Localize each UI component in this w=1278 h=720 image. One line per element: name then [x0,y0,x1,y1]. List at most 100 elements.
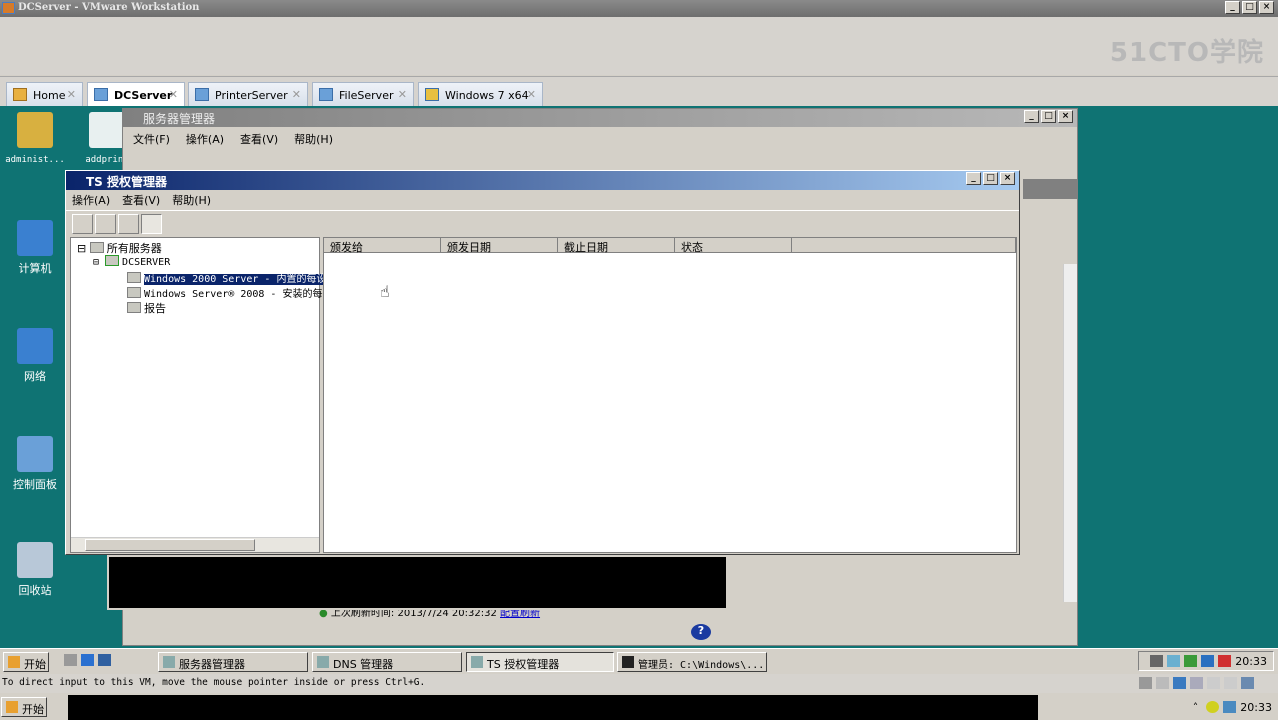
security-icon[interactable] [1184,655,1198,667]
host-system-tray: ˄ 20:33 [1155,698,1278,718]
close-tab-icon[interactable]: ✕ [67,88,76,101]
hdd-icon[interactable] [1139,677,1152,689]
mail-icon[interactable] [1223,701,1237,713]
windows-logo-icon [8,656,20,668]
scrollbar-thumb[interactable] [85,539,255,551]
console-window[interactable] [107,555,728,610]
task-label: TS 授权管理器 [487,658,560,671]
host-clock: 20:33 [1240,701,1272,714]
maximize-button[interactable]: □ [983,172,998,185]
menu-action[interactable]: 操作(A) [72,192,110,208]
vertical-scrollbar[interactable] [1063,264,1077,602]
column-issued-to[interactable]: 颁发给 [324,238,441,254]
tray-icon[interactable] [1167,655,1181,667]
horizontal-scrollbar[interactable] [71,537,319,552]
tab-home[interactable]: Home ✕ [6,82,83,107]
usb-icon[interactable] [1207,677,1220,689]
tab-label: Windows 7 x64 [445,89,529,102]
bluetooth-icon[interactable] [1190,677,1203,689]
server-manager-quick-icon[interactable] [64,654,77,666]
menu-help[interactable]: 帮助(H) [294,131,333,147]
node-label: DCSERVER [122,257,171,268]
watermark-logo: 51CTO学院 [1109,38,1264,68]
minimize-button[interactable]: _ [1024,110,1039,123]
node-label: Windows 2000 Server - 内置的每设 [144,274,327,285]
license-list: 颁发给 颁发日期 截止日期 状态 ☝ [323,237,1017,553]
close-button[interactable]: × [1259,1,1274,14]
tab-printerserver[interactable]: PrinterServer ✕ [188,82,308,107]
desktop-icon-control-panel[interactable]: 控制面板 [0,436,70,492]
report-icon [127,302,141,313]
taskbar-cmd[interactable]: 管理员: C:\Windows\... [617,652,767,672]
home-icon [13,88,27,101]
network-tray-icon[interactable] [1201,655,1215,667]
volume-muted-icon[interactable] [1218,655,1232,667]
taskbar-server-manager[interactable]: 服务器管理器 [158,652,308,672]
message-icon[interactable] [1241,677,1254,689]
tray-app-icon[interactable] [1206,701,1220,713]
large-icons-button[interactable] [72,214,93,234]
list-view-button[interactable] [118,214,139,234]
small-icons-button[interactable] [95,214,116,234]
host-taskbar-region [68,695,1038,720]
column-issue-date[interactable]: 颁发日期 [441,238,558,254]
tree-node-reports[interactable]: 报告 [127,300,166,316]
tab-fileserver[interactable]: FileServer ✕ [312,82,414,107]
task-label: DNS 管理器 [333,658,394,671]
close-tab-icon[interactable]: ✕ [169,88,178,101]
close-tab-icon[interactable]: ✕ [527,88,536,101]
license-icon [127,272,141,283]
tab-dcserver[interactable]: DCServer ✕ [87,82,185,107]
menu-help[interactable]: 帮助(H) [172,192,211,208]
tree-node-dcserver[interactable]: ⊟ DCSERVER [93,255,170,268]
desktop-icon-computer[interactable]: 计算机 [0,220,70,276]
desktop-icon-network[interactable]: 网络 [0,328,70,384]
details-view-button[interactable] [141,214,162,234]
vm-start-button[interactable]: 开始 [3,652,49,672]
help-icon[interactable]: ? [691,624,711,640]
printer-icon[interactable] [1224,677,1237,689]
icon-label: 控制面板 [13,478,57,491]
vmware-tools-icon[interactable] [1150,655,1164,667]
desktop-icon-administrator[interactable]: administ... [0,112,70,165]
close-button[interactable]: × [1000,172,1015,185]
tree-node-win2000[interactable]: Windows 2000 Server - 内置的每设 [127,270,327,285]
close-tab-icon[interactable]: ✕ [398,88,407,101]
minimize-button[interactable]: _ [966,172,981,185]
server-ok-icon [105,255,120,266]
menu-view[interactable]: 查看(V) [240,131,278,147]
menu-view[interactable]: 查看(V) [122,192,160,208]
tree-node-all-servers[interactable]: ⊟ 所有服务器 [77,240,162,256]
taskbar-ts-licensing[interactable]: TS 授权管理器 [466,652,614,672]
node-label: 所有服务器 [106,242,162,255]
cdrom-icon[interactable] [1156,677,1169,689]
network-adapter-icon[interactable] [1173,677,1186,689]
tab-windows7[interactable]: Windows 7 x64 ✕ [418,82,543,107]
vmware-icon [2,2,15,14]
vm-suspended-icon [425,88,439,101]
ie-icon[interactable] [81,654,94,666]
minimize-button[interactable]: _ [1225,1,1240,14]
show-desktop-icon[interactable] [98,654,111,666]
node-label: 报告 [144,302,166,315]
icon-label: 回收站 [18,584,52,597]
close-tab-icon[interactable]: ✕ [292,88,301,101]
show-hidden-icons[interactable]: ˄ [1193,701,1199,714]
vm-tab-strip: Home ✕ DCServer ✕ PrinterServer ✕ FileServe… [0,76,1278,107]
vm-running-icon [195,88,209,101]
tree-node-win2008[interactable]: Windows Server® 2008 - 安装的每 [127,285,322,300]
dns-icon [317,656,329,668]
maximize-button[interactable]: □ [1242,1,1257,14]
server-manager-icon [163,656,175,668]
desktop-icon-recycle-bin[interactable]: 回收站 [0,542,70,598]
column-filler [792,238,1016,253]
menu-file[interactable]: 文件(F) [133,131,170,147]
maximize-button[interactable]: □ [1041,110,1056,123]
host-start-button[interactable]: 开始 [1,697,47,717]
column-expiry-date[interactable]: 截止日期 [558,238,675,254]
menu-action[interactable]: 操作(A) [186,131,224,147]
close-button[interactable]: × [1058,110,1073,123]
column-status[interactable]: 状态 [675,238,792,254]
quick-launch[interactable] [64,654,120,670]
taskbar-dns-manager[interactable]: DNS 管理器 [312,652,462,672]
